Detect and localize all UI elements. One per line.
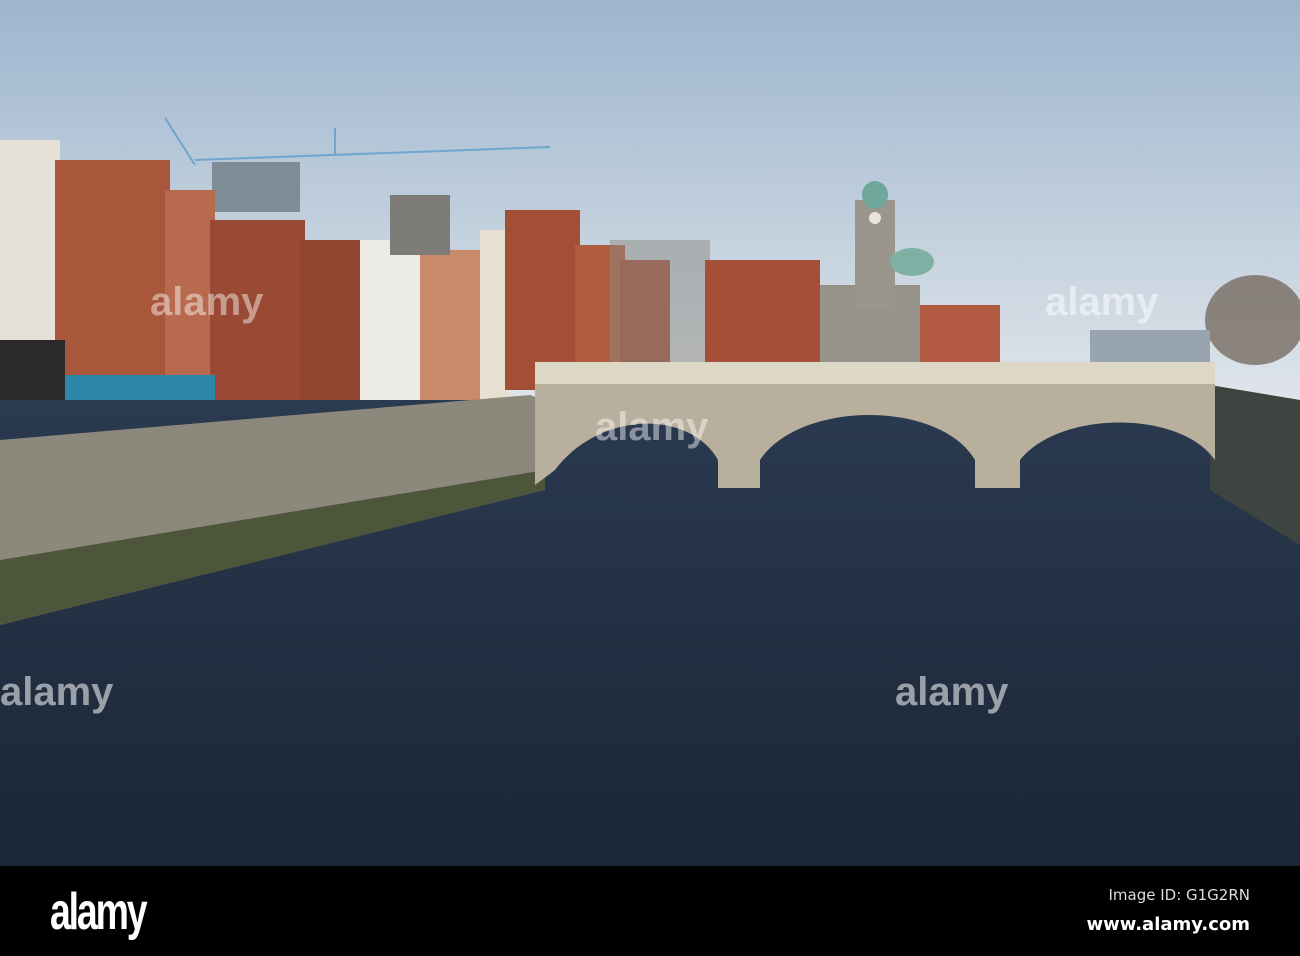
alamy-logo[interactable]: alamy bbox=[50, 882, 148, 942]
image-id: Image ID: G1G2RN bbox=[1108, 886, 1250, 904]
watermark-logo: alamy bbox=[1045, 280, 1159, 324]
building-background bbox=[212, 162, 300, 212]
footer-bar: alamy Image ID: G1G2RN www.alamy.com bbox=[0, 866, 1300, 956]
watermark-logo: alamy bbox=[150, 280, 264, 324]
watermark-logo: alamy bbox=[0, 670, 114, 714]
watermark-logo: alamy bbox=[895, 670, 1009, 714]
distant-buildings bbox=[1090, 330, 1210, 365]
watermark-logo: alamy bbox=[595, 405, 709, 449]
site-url[interactable]: www.alamy.com bbox=[1086, 914, 1250, 935]
river-bridge-photo: alamy alamy alamy alamy alamy bbox=[0, 0, 1300, 866]
